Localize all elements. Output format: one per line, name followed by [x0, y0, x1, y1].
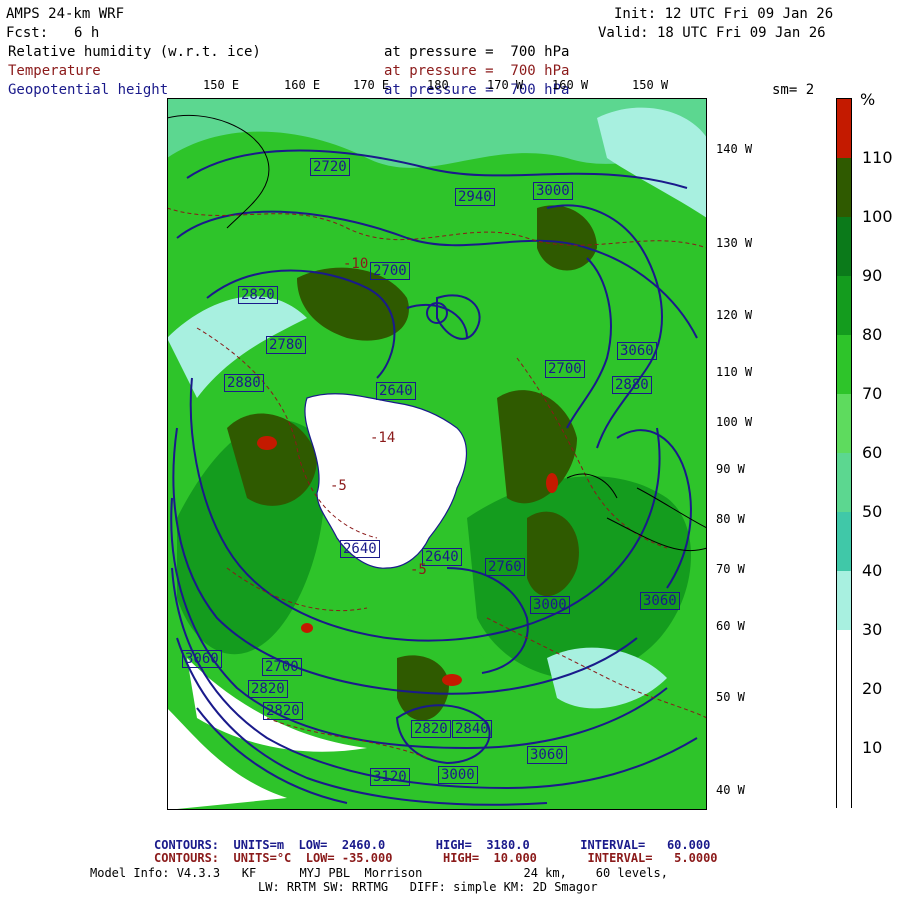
footer-model-info-2: LW: RRTM SW: RRTMG DIFF: simple KM: 2D S… [258, 880, 598, 894]
colorbar-segment [837, 335, 851, 395]
lat-label-80w: 80 W [716, 512, 745, 526]
lat-label-130w: 130 W [716, 236, 753, 250]
colorbar-tick-label: 90 [862, 266, 883, 285]
rh-saturated-spot-3 [442, 674, 462, 686]
colorbar-tick-label: 50 [862, 502, 883, 521]
smoothing-label: sm= 2 [772, 82, 815, 98]
field-rh-name: Relative humidity (w.r.t. ice) [8, 44, 261, 60]
forecast-label: Fcst: [6, 25, 49, 41]
colorbar-segment [837, 512, 851, 572]
lon-label-150e: 150 E [203, 78, 240, 92]
field-temp-name: Temperature [8, 63, 101, 79]
rh-colorbar [836, 98, 852, 808]
colorbar-segment [837, 453, 851, 513]
model-title: AMPS 24-km WRF [6, 6, 125, 22]
lon-label-170e: 170 E [353, 78, 390, 92]
forecast-value: 6 h [74, 25, 100, 41]
colorbar-segment [837, 571, 851, 631]
lat-label-90w: 90 W [716, 462, 745, 476]
colorbar-tick-label: 20 [862, 679, 883, 698]
rh-saturated-spot-1 [257, 436, 277, 450]
init-time: Init: 12 UTC Fri 09 Jan 26 [614, 6, 834, 22]
lat-label-110w: 110 W [716, 365, 753, 379]
colorbar-tick-label: 60 [862, 443, 883, 462]
colorbar-segment [837, 689, 851, 749]
field-rh-level: at pressure = 700 hPa [384, 44, 570, 60]
lat-label-60w: 60 W [716, 619, 745, 633]
lon-label-160e: 160 E [284, 78, 321, 92]
field-height-name: Geopotential height [8, 82, 169, 98]
colorbar-tick-label: 100 [862, 207, 893, 226]
colorbar-tick-label: 80 [862, 325, 883, 344]
lon-label-150w: 150 W [632, 78, 669, 92]
rh-saturated-spot-4 [301, 623, 313, 633]
lon-label-160w: 160 W [552, 78, 589, 92]
footer-model-info-1: Model Info: V4.3.3 KF MYJ PBL Morrison 2… [90, 866, 668, 880]
valid-time: Valid: 18 UTC Fri 09 Jan 26 [598, 25, 826, 41]
colorbar-segment [837, 217, 851, 277]
colorbar-segment [837, 394, 851, 454]
lat-label-50w: 50 W [716, 690, 745, 704]
colorbar-tick-label: 70 [862, 384, 883, 403]
colorbar-tick-label: 30 [862, 620, 883, 639]
colorbar-segment [837, 748, 851, 808]
colorbar-segment [837, 99, 851, 159]
lat-label-70w: 70 W [716, 562, 745, 576]
lon-label-180: 180 [427, 78, 449, 92]
lat-label-100w: 100 W [716, 415, 753, 429]
colorbar-segment [837, 630, 851, 690]
rh-saturated-spot-2 [546, 473, 558, 493]
colorbar-unit: % [860, 90, 876, 109]
colorbar-tick-label: 40 [862, 561, 883, 580]
colorbar-segment [837, 158, 851, 218]
lat-label-40w: 40 W [716, 783, 745, 797]
field-height-level: at pressure = 700 hPa [384, 82, 570, 98]
weather-map [167, 98, 707, 810]
footer-temp-contours: CONTOURS: UNITS=°C LOW= -35.000 HIGH= 10… [154, 851, 718, 865]
lat-label-140w: 140 W [716, 142, 753, 156]
field-temp-level: at pressure = 700 hPa [384, 63, 570, 79]
colorbar-segment [837, 276, 851, 336]
lat-label-120w: 120 W [716, 308, 753, 322]
colorbar-tick-label: 110 [862, 148, 893, 167]
lon-label-170w: 170 W [487, 78, 524, 92]
colorbar-tick-label: 10 [862, 738, 883, 757]
